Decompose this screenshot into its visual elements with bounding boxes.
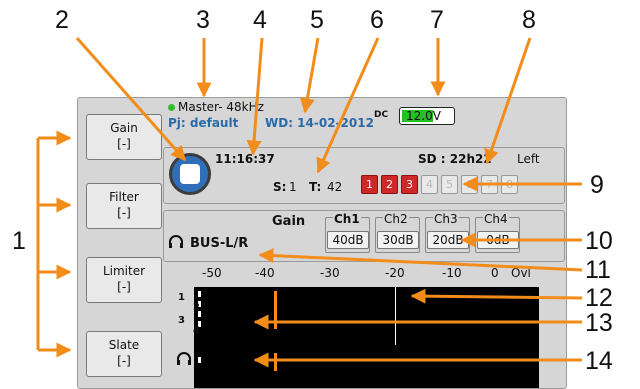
callout-number-13: 13 — [585, 309, 613, 337]
callout-number-4: 4 — [253, 6, 267, 34]
meter-scale-tick: -40 — [255, 266, 275, 280]
callout-number-1: 1 — [12, 227, 26, 255]
take-number[interactable]: 42 — [327, 180, 342, 194]
callout-number-9: 9 — [590, 171, 604, 199]
limiter-button-value: [-] — [117, 280, 131, 294]
callout-number-10: 10 — [585, 227, 613, 255]
gain-channel-1-name: Ch1 — [333, 212, 361, 226]
sd-remaining-time: SD : 22h22 — [418, 152, 492, 166]
master-status-icon — [168, 104, 175, 111]
callout-number-6: 6 — [370, 6, 384, 34]
take-label: T: — [309, 180, 322, 194]
callout-number-2: 2 — [55, 6, 69, 34]
scene-number[interactable]: 1 — [289, 180, 297, 194]
meter-row-label: 1 — [178, 292, 185, 303]
callout-number-14: 14 — [585, 347, 613, 375]
limiter-button[interactable]: Limiter [-] — [86, 257, 162, 303]
record-stop-button[interactable] — [169, 153, 211, 195]
meter-scale-tick: -20 — [385, 266, 405, 280]
channel-level-bar — [273, 291, 277, 329]
slate-button-label: Slate — [108, 338, 140, 352]
headphone-level-bar — [273, 353, 277, 371]
track-5-button[interactable]: 5 — [441, 175, 458, 194]
slate-button-value: [-] — [117, 354, 131, 368]
headphone-meter-icon — [177, 352, 191, 365]
meter-segment-marker — [198, 357, 201, 363]
callout-number-3: 3 — [196, 6, 210, 34]
sd-remaining-suffix: Left — [517, 152, 540, 166]
track-4-button[interactable]: 4 — [421, 175, 438, 194]
meter-scale-tick: -50 — [202, 266, 222, 280]
callout-number-11: 11 — [585, 256, 611, 284]
level-meter — [194, 287, 539, 388]
scene-label: S: — [273, 180, 287, 194]
gain-channel-2-name: Ch2 — [383, 212, 409, 226]
filter-button-label: Filter — [109, 190, 139, 204]
filter-button[interactable]: Filter [-] — [86, 183, 162, 229]
callout-number-7: 7 — [430, 6, 444, 34]
gain-title: Gain — [272, 214, 306, 229]
track-2-button[interactable]: 2 — [381, 175, 398, 194]
monitor-bus-label[interactable]: BUS-L/R — [190, 236, 248, 251]
gain-channel-1-value[interactable]: 40dB — [327, 231, 369, 249]
gain-channel-3-name: Ch3 — [433, 212, 459, 226]
meter-scale-tick: 0 — [491, 266, 499, 280]
gain-channel-4-name: Ch4 — [483, 212, 509, 226]
gain-channel-4-value[interactable]: 0dB — [477, 231, 519, 249]
stop-icon — [180, 164, 200, 184]
meter-scale-tick: -30 — [320, 266, 340, 280]
gain-button-label: Gain — [110, 121, 138, 135]
dc-voltage-indicator: 12.0V — [399, 107, 455, 125]
callout-number-12: 12 — [585, 284, 613, 312]
gain-button-value: [-] — [117, 137, 131, 151]
track-6-button[interactable]: 6 — [461, 175, 478, 194]
dc-voltage-value: 12.0V — [406, 109, 441, 123]
meter-row-label: 3 — [178, 315, 185, 326]
meter-scale-tick: Ovl — [511, 266, 531, 280]
slate-button[interactable]: Slate [-] — [86, 331, 162, 377]
gain-channel-3-value[interactable]: 20dB — [427, 231, 469, 249]
meter-row-label: 2 — [193, 302, 200, 313]
timecode: 11:16:37 — [215, 152, 275, 166]
project-name[interactable]: Pj: default — [168, 116, 238, 130]
track-3-button[interactable]: 3 — [401, 175, 418, 194]
meter-row-label: 4 — [193, 325, 200, 336]
gain-channel-2-value[interactable]: 30dB — [377, 231, 419, 249]
track-7-button[interactable]: 7 — [481, 175, 498, 194]
track-8-button[interactable]: 8 — [501, 175, 518, 194]
peak-hold-line — [394, 287, 396, 345]
master-sample-rate: Master- 48kHz — [178, 100, 264, 114]
headphone-icon — [169, 235, 183, 248]
track-1-button[interactable]: 1 — [361, 175, 378, 194]
callout-number-5: 5 — [310, 6, 324, 34]
filter-button-value: [-] — [117, 206, 131, 220]
meter-segment-marker — [198, 291, 201, 297]
working-date: WD: 14-02-2012 — [265, 116, 374, 130]
gain-button[interactable]: Gain [-] — [86, 114, 162, 160]
limiter-button-label: Limiter — [102, 264, 146, 278]
dc-label: DC — [374, 110, 389, 120]
meter-scale-tick: -10 — [442, 266, 462, 280]
callout-number-8: 8 — [522, 6, 536, 34]
